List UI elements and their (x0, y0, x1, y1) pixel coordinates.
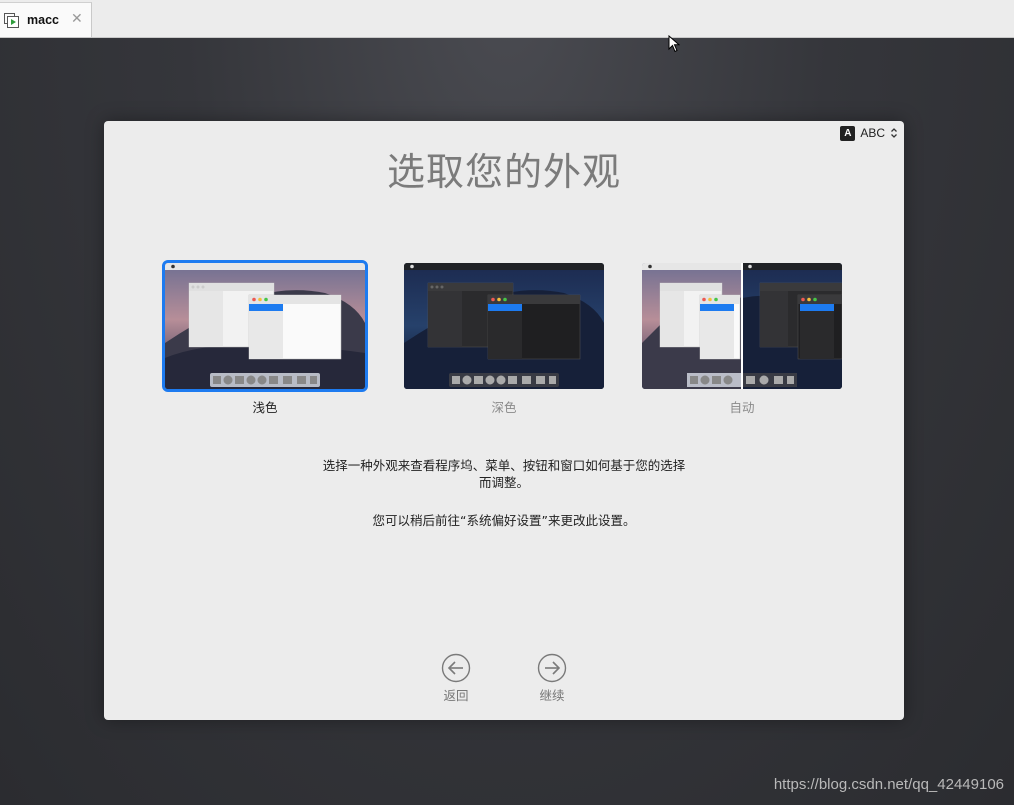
page-title: 选取您的外观 (386, 150, 621, 194)
mouse-cursor-icon (668, 35, 680, 53)
settings-note: 您可以稍后前往“系统偏好设置”来更改此设置。 (372, 513, 636, 528)
light-appearance-thumbnail (165, 263, 365, 389)
vm-play-icon (4, 13, 19, 28)
arrow-left-circle-icon (441, 653, 471, 683)
dark-appearance-thumbnail (404, 263, 604, 389)
input-source-icon: A (840, 125, 856, 141)
input-source-label: ABC (860, 126, 885, 140)
setup-panel: A ABC 选取您的外观 浅色 深色 自动 选择一种外观来查看程序坞、菜单、按钮… (104, 121, 904, 720)
option-label-light: 浅色 (252, 400, 278, 415)
watermark-text: https://blog.csdn.net/qq_42449106 (773, 776, 1004, 793)
input-source-menu[interactable]: A ABC (840, 125, 898, 141)
auto-appearance-thumbnail (642, 263, 842, 389)
arrow-right-circle-icon (537, 653, 567, 683)
updown-chevron-icon (891, 128, 897, 138)
description-text: 选择一种外观来查看程序坞、菜单、按钮和窗口如何基于您的选择 而调整。 (254, 457, 754, 491)
description-line-2: 而调整。 (478, 475, 529, 490)
continue-button[interactable]: 继续 (522, 653, 582, 704)
continue-label: 继续 (539, 688, 565, 703)
tab-label: macc (27, 13, 59, 27)
option-label-auto: 自动 (729, 400, 755, 415)
tab-macc[interactable]: macc ✕ (0, 2, 92, 37)
back-label: 返回 (443, 688, 469, 703)
back-button[interactable]: 返回 (426, 653, 486, 704)
close-icon[interactable]: ✕ (71, 11, 83, 27)
vm-tab-bar: macc ✕ (0, 0, 1014, 38)
option-label-dark: 深色 (491, 400, 517, 415)
description-line-1: 选择一种外观来查看程序坞、菜单、按钮和窗口如何基于您的选择 (322, 458, 686, 473)
